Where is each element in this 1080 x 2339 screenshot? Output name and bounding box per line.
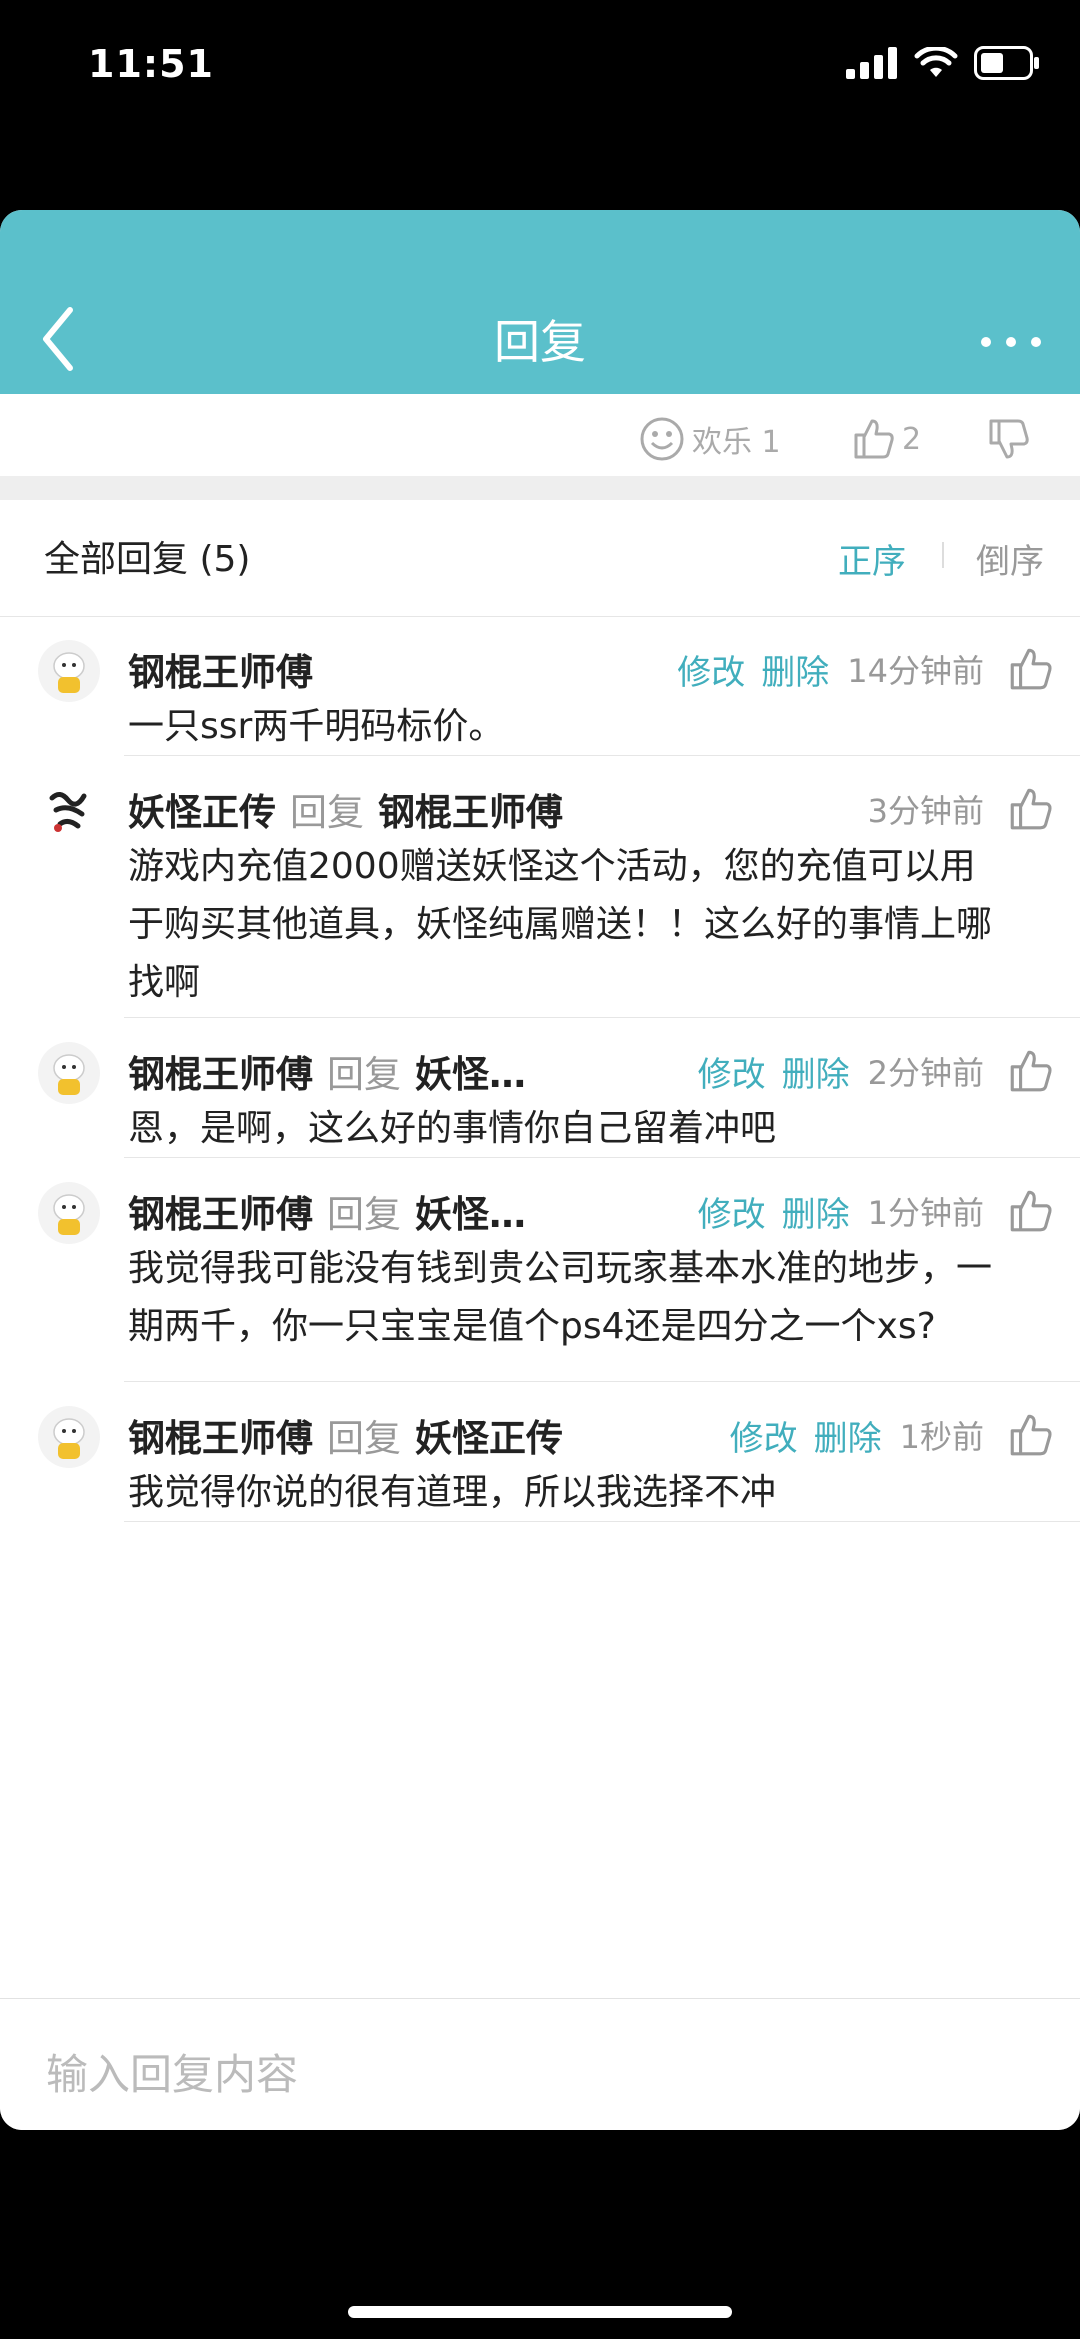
reply-word: 回复 xyxy=(327,1193,401,1236)
thumbs-up-icon[interactable] xyxy=(1006,1410,1056,1460)
reply-word: 回复 xyxy=(290,791,364,834)
status-bar: 11:51 xyxy=(0,0,1080,140)
like-count: 2 xyxy=(902,421,922,457)
reply-header: 钢棍王师傅 回复 妖怪正传 修改 删除 1秒前 xyxy=(128,1404,1056,1466)
reply-target[interactable]: 妖怪正传 xyxy=(415,1408,563,1462)
thumbs-up-icon xyxy=(854,419,894,459)
all-replies-title: 全部回复 (5) xyxy=(44,539,251,580)
reply-item: 妖怪正传 回复 钢棍王师傅 3分钟前 游戏内充值2000赠送妖怪这个活动，您的充… xyxy=(0,756,1080,1018)
edit-button[interactable]: 修改 xyxy=(730,1411,798,1460)
user-avatar-icon xyxy=(53,1054,85,1095)
author-name[interactable]: 钢棍王师傅 xyxy=(128,1044,313,1098)
edit-button[interactable]: 修改 xyxy=(698,1047,766,1096)
wifi-icon xyxy=(914,47,958,77)
status-time: 11:51 xyxy=(88,42,214,86)
section-gap xyxy=(0,476,1080,500)
nav-bar: 回复 xyxy=(0,210,1080,394)
reply-header: 钢棍王师傅 回复 妖怪… 修改 删除 2分钟前 xyxy=(128,1040,1056,1102)
reply-input-field[interactable]: 输入回复内容 xyxy=(0,1998,1080,2130)
avatar[interactable] xyxy=(38,1406,100,1468)
reply-word: 回复 xyxy=(327,1053,401,1096)
divider xyxy=(124,1521,1080,1522)
reply-header: 钢棍王师傅 修改 删除 14分钟前 xyxy=(128,638,1056,700)
thumbs-up-icon[interactable] xyxy=(1006,1186,1056,1236)
joy-count: 欢乐 1 xyxy=(692,425,781,460)
battery-icon xyxy=(974,46,1039,80)
sort-bar: 全部回复 (5) 正序 倒序 xyxy=(0,500,1080,617)
timestamp: 2分钟前 xyxy=(867,1054,984,1092)
thumbs-up-icon[interactable] xyxy=(1006,1046,1056,1096)
sort-descending-button[interactable]: 倒序 xyxy=(976,534,1044,583)
author-name[interactable]: 妖怪正传 xyxy=(128,782,276,836)
edit-button[interactable]: 修改 xyxy=(698,1187,766,1236)
home-indicator[interactable] xyxy=(348,2306,732,2318)
timestamp: 14分钟前 xyxy=(847,652,984,690)
edit-button[interactable]: 修改 xyxy=(677,645,745,694)
status-icons xyxy=(846,46,1040,80)
thumbs-down-icon xyxy=(989,419,1029,459)
delete-button[interactable]: 删除 xyxy=(782,1047,850,1096)
reply-target[interactable]: 钢棍王师傅 xyxy=(378,782,563,836)
reply-item: 钢棍王师傅 修改 删除 14分钟前 一只ssr两千明码标价。 xyxy=(0,616,1080,756)
reply-input-placeholder: 输入回复内容 xyxy=(46,2050,299,2099)
reply-target[interactable]: 妖怪… xyxy=(415,1184,526,1238)
reply-text: 我觉得我可能没有钱到贵公司玩家基本水准的地步，一期两千，你一只宝宝是值个ps4还… xyxy=(128,1248,993,1347)
sort-divider xyxy=(942,542,944,568)
reply-text: 游戏内充值2000赠送妖怪这个活动，您的充值可以用于购买其他道具，妖怪纯属赠送！… xyxy=(128,846,993,1003)
delete-button[interactable]: 删除 xyxy=(782,1187,850,1236)
user-avatar-icon xyxy=(53,1194,85,1235)
like-reaction[interactable]: 2 xyxy=(850,414,921,464)
signal-icon xyxy=(846,47,897,79)
author-name[interactable]: 钢棍王师傅 xyxy=(128,642,313,696)
avatar[interactable] xyxy=(38,1182,100,1244)
smile-icon xyxy=(640,417,684,461)
reply-sheet: 回复 欢乐 1 2 全部回复 (5) 正序 倒序 钢棍王师傅 修改 删除 14分… xyxy=(0,210,1080,2130)
user-avatar-icon xyxy=(53,652,85,693)
timestamp: 1分钟前 xyxy=(867,1194,984,1232)
dislike-reaction[interactable] xyxy=(985,414,1033,464)
timestamp: 3分钟前 xyxy=(867,792,984,830)
reply-target[interactable]: 妖怪… xyxy=(415,1044,526,1098)
avatar[interactable] xyxy=(38,640,100,702)
sort-ascending-button[interactable]: 正序 xyxy=(838,534,906,583)
avatar[interactable] xyxy=(38,1042,100,1104)
thumbs-up-icon[interactable] xyxy=(1006,784,1056,834)
author-name[interactable]: 钢棍王师傅 xyxy=(128,1408,313,1462)
reply-text: 恩，是啊，这么好的事情你自己留着冲吧 xyxy=(128,1108,777,1149)
reply-header: 妖怪正传 回复 钢棍王师傅 3分钟前 xyxy=(128,778,1056,840)
more-icon[interactable] xyxy=(976,322,1046,362)
reaction-row: 欢乐 1 2 xyxy=(0,394,1080,486)
author-name[interactable]: 钢棍王师傅 xyxy=(128,1184,313,1238)
reply-text: 我觉得你说的很有道理，所以我选择不冲 xyxy=(128,1472,777,1513)
reply-item: 钢棍王师傅 回复 妖怪正传 修改 删除 1秒前 我觉得你说的很有道理，所以我选择… xyxy=(0,1382,1080,1522)
joy-reaction[interactable]: 欢乐 1 xyxy=(638,414,781,464)
reply-word: 回复 xyxy=(327,1417,401,1460)
reply-item: 钢棍王师傅 回复 妖怪… 修改 删除 1分钟前 我觉得我可能没有钱到贵公司玩家基… xyxy=(0,1158,1080,1382)
thumbs-up-icon[interactable] xyxy=(1006,644,1056,694)
reply-item: 钢棍王师傅 回复 妖怪… 修改 删除 2分钟前 恩，是啊，这么好的事情你自己留着… xyxy=(0,1018,1080,1158)
delete-button[interactable]: 删除 xyxy=(814,1411,882,1460)
calligraphy-avatar-icon xyxy=(49,792,87,832)
reply-header: 钢棍王师傅 回复 妖怪… 修改 删除 1分钟前 xyxy=(128,1180,1056,1242)
timestamp: 1秒前 xyxy=(899,1418,984,1456)
reply-text: 一只ssr两千明码标价。 xyxy=(128,706,505,747)
delete-button[interactable]: 删除 xyxy=(761,645,829,694)
avatar[interactable] xyxy=(38,780,100,842)
user-avatar-icon xyxy=(53,1418,85,1459)
page-title: 回复 xyxy=(494,315,586,369)
